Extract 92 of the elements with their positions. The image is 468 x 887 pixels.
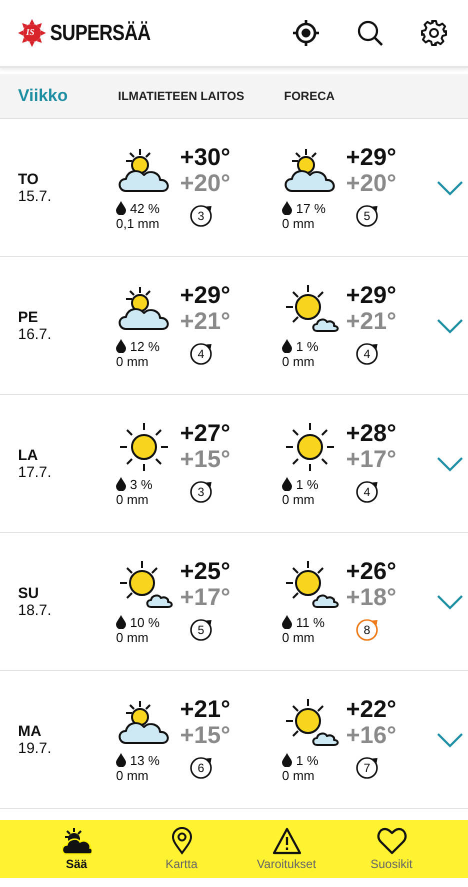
- date: 16.7.: [18, 326, 52, 342]
- rain-amount: 0 mm: [282, 630, 316, 644]
- location-icon[interactable]: [292, 19, 320, 47]
- rain-chance: 1 %: [296, 476, 318, 492]
- wind-speed: 4: [354, 340, 380, 366]
- high-temperature: +28°: [346, 421, 396, 446]
- heart-icon: [376, 827, 406, 855]
- low-temperature: +16°: [346, 722, 396, 748]
- date: 15.7.: [18, 188, 52, 204]
- rain-chance: 13 %: [130, 752, 160, 768]
- raindrop-icon: [282, 339, 292, 353]
- rain-chance: 17 %: [296, 200, 326, 216]
- rain-chance: 3 %: [130, 476, 152, 492]
- chevron-icon[interactable]: [436, 732, 464, 748]
- wind-speed: 8: [354, 616, 380, 642]
- nav-item[interactable]: Kartta: [136, 820, 226, 878]
- wind-speed: 3: [188, 478, 214, 504]
- weekday: SU: [18, 584, 40, 602]
- high-temperature: +21°: [180, 697, 230, 722]
- raindrop-icon: [282, 477, 292, 491]
- rain-amount: 0 mm: [116, 630, 150, 644]
- chevron-icon[interactable]: [436, 180, 464, 196]
- low-temperature: +21°: [180, 308, 230, 334]
- weekday: TO: [18, 170, 40, 188]
- raindrop-icon: [116, 339, 126, 353]
- rain-chance: 12 %: [130, 338, 160, 354]
- low-temperature: +15°: [180, 446, 230, 472]
- rain-chance: 42 %: [130, 200, 160, 216]
- rain-amount: 0,1 mm: [116, 216, 160, 230]
- high-temperature: +29°: [346, 145, 396, 170]
- rain-amount: 0 mm: [116, 492, 150, 506]
- chevron-icon[interactable]: [436, 594, 464, 610]
- nav-item[interactable]: Varoitukset: [242, 820, 332, 878]
- rain-chance: 1 %: [296, 338, 318, 354]
- rain-chance: 1 %: [296, 752, 318, 768]
- weekday: PE: [18, 308, 40, 326]
- wind-speed: 5: [354, 202, 380, 228]
- nav-item[interactable]: Sää: [32, 820, 122, 878]
- rain-amount: 0 mm: [116, 354, 150, 368]
- rain-chance: 11 %: [296, 614, 325, 630]
- raindrop-icon: [116, 753, 126, 767]
- low-temperature: +20°: [346, 170, 396, 196]
- raindrop-icon: [116, 201, 126, 215]
- rain-chance: 10 %: [130, 614, 160, 630]
- high-temperature: +27°: [180, 421, 230, 446]
- map-pin-icon: [170, 827, 192, 855]
- wind-speed: 5: [188, 616, 214, 642]
- rain-amount: 0 mm: [282, 492, 316, 506]
- nav-item[interactable]: Suosikit: [346, 820, 436, 878]
- chevron-icon[interactable]: [436, 318, 464, 334]
- search-icon[interactable]: [356, 19, 384, 47]
- wind-speed: 4: [188, 340, 214, 366]
- wind-speed: 7: [354, 754, 380, 780]
- high-temperature: +30°: [180, 145, 230, 170]
- raindrop-icon: [116, 615, 126, 629]
- wind-speed: 3: [188, 202, 214, 228]
- raindrop-icon: [116, 477, 126, 491]
- tab[interactable]: FORECA: [284, 89, 335, 103]
- settings-icon[interactable]: [420, 19, 448, 47]
- rain-amount: 0 mm: [116, 768, 150, 782]
- high-temperature: +29°: [346, 283, 396, 308]
- wind-speed: 4: [354, 478, 380, 504]
- raindrop-icon: [282, 615, 292, 629]
- high-temperature: +25°: [180, 559, 230, 584]
- high-temperature: +26°: [346, 559, 396, 584]
- low-temperature: +18°: [346, 584, 396, 610]
- rain-amount: 0 mm: [282, 354, 316, 368]
- chevron-icon[interactable]: [436, 456, 464, 472]
- wind-speed: 6: [188, 754, 214, 780]
- app-title: SUPERSÄÄ: [50, 20, 151, 46]
- low-temperature: +17°: [180, 584, 230, 610]
- rain-amount: 0 mm: [282, 216, 316, 230]
- logo-sun-icon: [18, 19, 46, 47]
- sun-cloud-icon: [62, 827, 92, 855]
- warning-icon: [272, 827, 302, 855]
- low-temperature: +21°: [346, 308, 396, 334]
- date: 17.7.: [18, 464, 52, 480]
- tab[interactable]: Viikko: [18, 86, 118, 106]
- raindrop-icon: [282, 201, 292, 215]
- weekday: LA: [18, 446, 39, 464]
- rain-amount: 0 mm: [282, 768, 316, 782]
- raindrop-icon: [282, 753, 292, 767]
- low-temperature: +20°: [180, 170, 230, 196]
- date: 18.7.: [18, 602, 52, 618]
- low-temperature: +17°: [346, 446, 396, 472]
- tab[interactable]: ILMATIETEEN LAITOS: [118, 89, 284, 103]
- high-temperature: +29°: [180, 283, 230, 308]
- date: 19.7.: [18, 740, 52, 756]
- high-temperature: +22°: [346, 697, 396, 722]
- logo-text: IS: [26, 27, 35, 37]
- weekday: MA: [18, 722, 42, 740]
- low-temperature: +15°: [180, 722, 230, 748]
